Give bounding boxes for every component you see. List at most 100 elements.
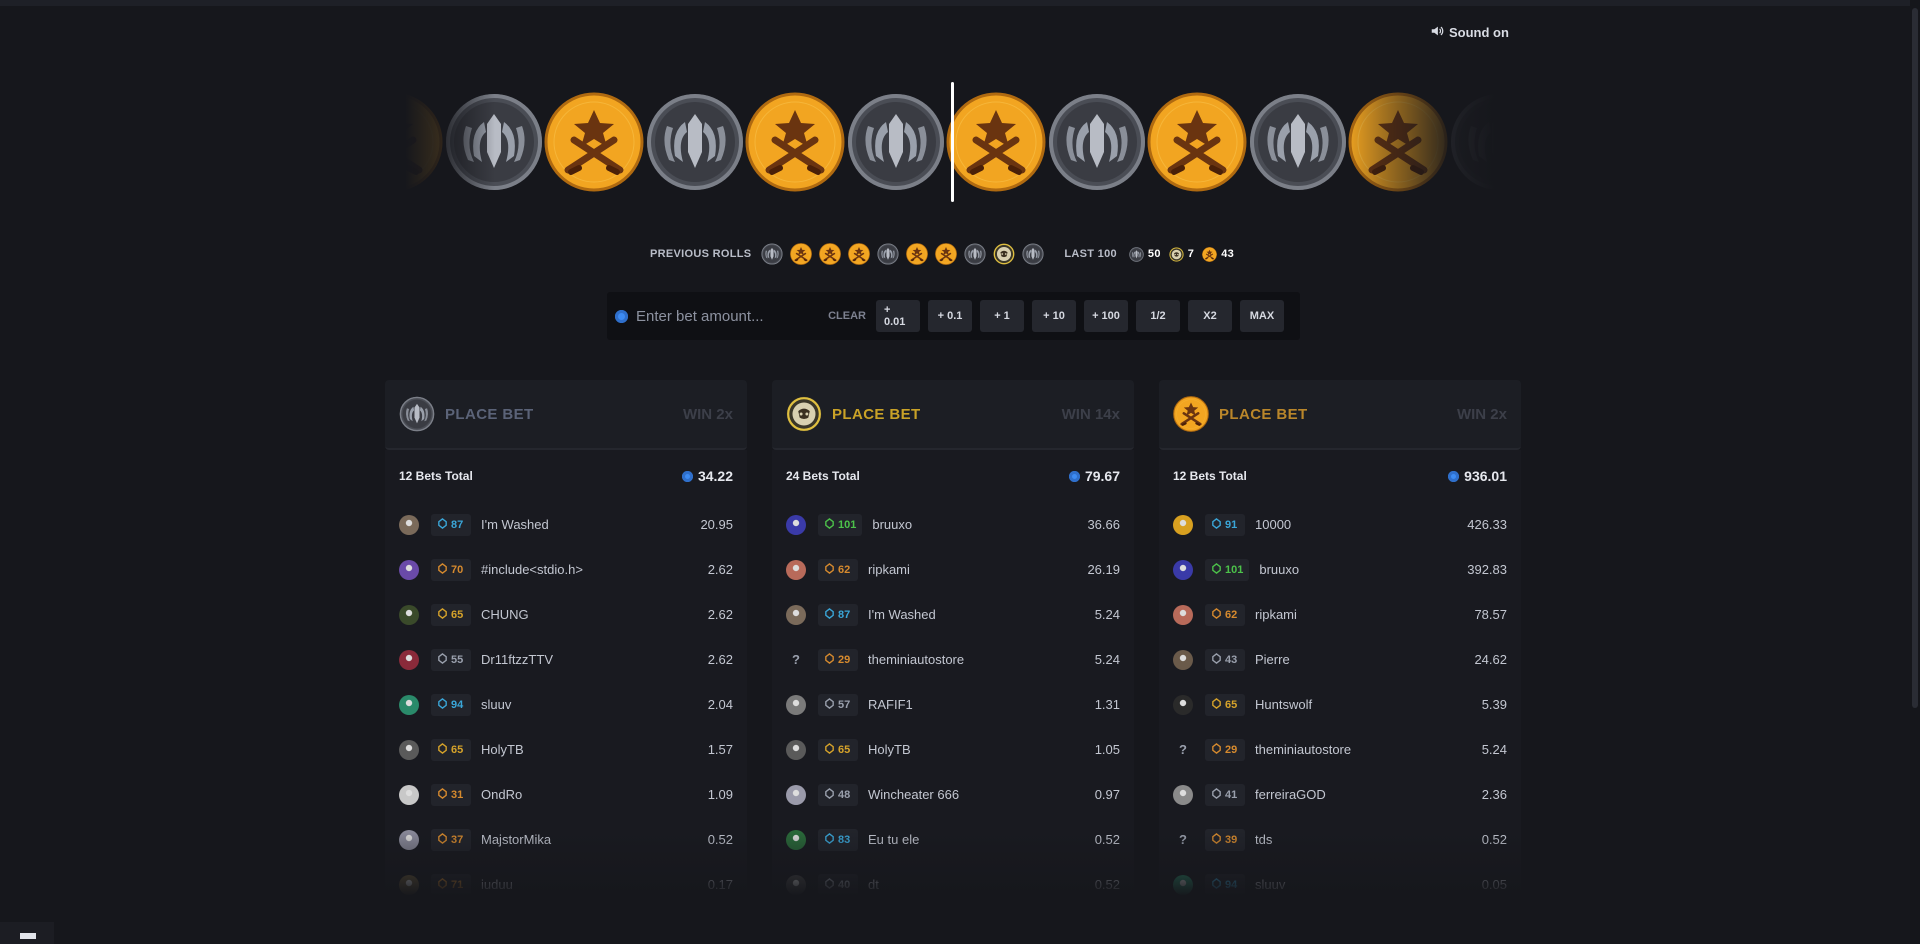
sound-toggle[interactable]: Sound on: [1430, 24, 1509, 41]
level-badge: 40: [818, 873, 858, 896]
username[interactable]: #include<stdio.h>: [481, 562, 708, 577]
username[interactable]: HolyTB: [868, 742, 1095, 757]
username[interactable]: ferreiraGOD: [1255, 787, 1482, 802]
username[interactable]: theminiautostore: [1255, 742, 1482, 757]
username[interactable]: ripkami: [868, 562, 1087, 577]
chat-toggle-button[interactable]: [0, 922, 54, 944]
level-value: 94: [1225, 878, 1238, 891]
place-bet-bonus-button[interactable]: PLACE BET WIN 14x: [772, 380, 1134, 450]
level-value: 48: [838, 788, 851, 801]
avatar[interactable]: [786, 604, 806, 625]
avatar[interactable]: [786, 784, 806, 805]
avatar[interactable]: [786, 874, 806, 895]
quick-bet-button[interactable]: + 0.1: [928, 300, 972, 332]
bet-amount-input[interactable]: [636, 307, 816, 325]
avatar[interactable]: [399, 559, 419, 580]
username[interactable]: Huntswolf: [1255, 697, 1482, 712]
level-value: 65: [451, 608, 464, 621]
avatar[interactable]: [1173, 559, 1193, 580]
username[interactable]: iuduu: [481, 877, 708, 892]
quick-bet-button[interactable]: + 10: [1032, 300, 1076, 332]
avatar[interactable]: [399, 874, 419, 895]
avatar[interactable]: [786, 829, 806, 850]
quick-bet-button[interactable]: + 1: [980, 300, 1024, 332]
bet-amount: 26.19: [1087, 562, 1120, 577]
username[interactable]: MajstorMika: [481, 832, 708, 847]
bet-row: 65 HolyTB 1.05: [772, 727, 1134, 772]
avatar[interactable]: [786, 514, 806, 535]
avatar[interactable]: ?: [786, 650, 806, 670]
level-icon: [437, 742, 448, 757]
quick-bet-button[interactable]: + 0.01: [876, 300, 920, 332]
avatar[interactable]: [399, 829, 419, 850]
page-scrollbar[interactable]: [1910, 0, 1920, 944]
avatar[interactable]: [399, 739, 419, 760]
username[interactable]: Eu tu ele: [868, 832, 1095, 847]
bets-sum-value: 34.22: [697, 468, 733, 484]
bet-row: 65 Huntswolf 5.39: [1159, 682, 1521, 727]
username[interactable]: sluuv: [481, 697, 708, 712]
bet-row: 40 dt 0.52: [772, 862, 1134, 900]
avatar[interactable]: [399, 514, 419, 535]
quick-bet-button[interactable]: + 100: [1084, 300, 1128, 332]
username[interactable]: bruuxo: [872, 517, 1087, 532]
avatar[interactable]: [786, 739, 806, 760]
level-icon: [824, 652, 835, 667]
avatar[interactable]: [1173, 694, 1193, 715]
bets-sum: 34.22: [681, 468, 733, 484]
level-value: 94: [451, 698, 464, 711]
username[interactable]: Pierre: [1255, 652, 1474, 667]
ct-roll-icon: [877, 243, 899, 265]
avatar[interactable]: [399, 694, 419, 715]
username[interactable]: RAFIF1: [868, 697, 1095, 712]
bet-amount: 5.24: [1094, 607, 1120, 622]
username[interactable]: I'm Washed: [481, 517, 700, 532]
username[interactable]: Dr11ftzzTTV: [481, 652, 708, 667]
column-ct: PLACE BET WIN 2x 12 Bets Total 34.22 87 I…: [385, 380, 747, 900]
t-roll-icon: [790, 243, 813, 265]
avatar[interactable]: [786, 559, 806, 580]
win-multiplier: WIN 2x: [1456, 405, 1507, 423]
level-icon: [1211, 787, 1222, 802]
username[interactable]: bruuxo: [1259, 562, 1467, 577]
avatar[interactable]: [1173, 514, 1193, 535]
username[interactable]: tds: [1255, 832, 1482, 847]
username[interactable]: theminiautostore: [868, 652, 1095, 667]
avatar[interactable]: [399, 649, 419, 670]
quick-bet-button[interactable]: 1/2: [1136, 300, 1180, 332]
avatar[interactable]: ?: [1173, 830, 1193, 850]
username[interactable]: Wincheater 666: [868, 787, 1095, 802]
place-bet-ct-button[interactable]: PLACE BET WIN 2x: [385, 380, 747, 450]
username[interactable]: HolyTB: [481, 742, 708, 757]
quick-bet-button[interactable]: X2: [1188, 300, 1232, 332]
username[interactable]: I'm Washed: [868, 607, 1095, 622]
avatar[interactable]: [1173, 649, 1193, 670]
avatar[interactable]: [1173, 604, 1193, 625]
username[interactable]: 10000: [1255, 517, 1467, 532]
avatar[interactable]: ?: [1173, 740, 1193, 760]
username[interactable]: sluuv: [1255, 877, 1482, 892]
avatar[interactable]: [1173, 874, 1193, 895]
bonus-stat-icon: [1169, 246, 1184, 262]
t-stat-icon: [1202, 246, 1218, 262]
username[interactable]: ripkami: [1255, 607, 1474, 622]
scrollbar-thumb[interactable]: [1912, 8, 1918, 708]
avatar[interactable]: [399, 784, 419, 805]
top-bar: [0, 0, 1920, 6]
bet-row: 62 ripkami 78.57: [1159, 592, 1521, 637]
bet-amount: 2.62: [707, 562, 733, 577]
place-bet-t-button[interactable]: PLACE BET WIN 2x: [1159, 380, 1521, 450]
avatar[interactable]: [399, 604, 419, 625]
level-badge: 31: [431, 783, 471, 806]
last100-stat: 50: [1129, 246, 1161, 262]
bet-amount: 0.52: [1481, 832, 1507, 847]
avatar[interactable]: [1173, 784, 1193, 805]
avatar[interactable]: [786, 694, 806, 715]
username[interactable]: dt: [868, 877, 1095, 892]
bet-amount: 0.05: [1481, 877, 1507, 892]
level-badge: 83: [818, 828, 858, 851]
username[interactable]: CHUNG: [481, 607, 708, 622]
username[interactable]: OndRo: [481, 787, 708, 802]
clear-button[interactable]: CLEAR: [828, 310, 866, 322]
quick-bet-button[interactable]: MAX: [1240, 300, 1284, 332]
